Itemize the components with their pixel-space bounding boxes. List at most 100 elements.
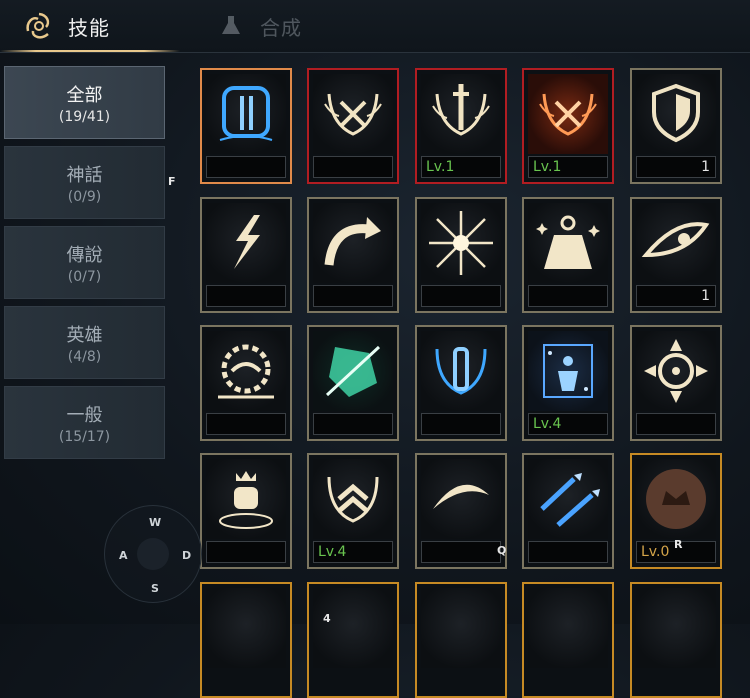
category-legendary[interactable]: 傳說 (0/7) [4, 226, 165, 299]
skill-slot[interactable] [415, 325, 507, 441]
skill-slot[interactable] [200, 453, 292, 569]
crosshair-compass-icon [636, 331, 716, 411]
skill-slot[interactable]: Lv.1 [415, 68, 507, 184]
category-name: 全部 [66, 84, 103, 106]
skill-level-bar [206, 285, 286, 307]
skill-slot[interactable]: 1 [630, 68, 722, 184]
skill-level-bar [636, 413, 716, 435]
skill-slot[interactable] [200, 197, 292, 313]
skill-slot[interactable] [200, 325, 292, 441]
blue-figure-icon [528, 331, 608, 411]
skill-level: Lv.4 [318, 544, 347, 560]
green-slash-icon [313, 331, 393, 411]
skill-slot[interactable] [307, 197, 399, 313]
skill-level-bar [313, 156, 393, 178]
skill-level-bar [313, 285, 393, 307]
skill-slot[interactable]: Lv.4 [307, 453, 399, 569]
thorn-wreath-icon [206, 331, 286, 411]
starburst-icon [421, 203, 501, 283]
skill-level-bar: Lv.1 [528, 156, 608, 178]
key-hint-f: F [168, 175, 176, 188]
skill-level-bar: 1 [636, 156, 716, 178]
skill-slot[interactable] [307, 68, 399, 184]
skill-slot[interactable] [415, 453, 507, 569]
skill-count: 1 [701, 288, 710, 304]
active-tab-underline [0, 50, 180, 52]
virtual-joystick[interactable]: W A D S [104, 505, 202, 603]
blue-pillar-antler-icon [421, 331, 501, 411]
skill-slot[interactable] [200, 68, 292, 184]
skill-level-bar: Lv.1 [421, 156, 501, 178]
joystick-key-right: D [182, 549, 192, 562]
key-hint-r: R [674, 538, 683, 551]
skill-slot[interactable]: Lv.1 [522, 68, 614, 184]
skill-slot[interactable] [307, 325, 399, 441]
eye-icon [636, 203, 716, 283]
skill-level: Lv.1 [426, 159, 455, 175]
category-name: 傳說 [66, 244, 103, 266]
skill-level-bar: Lv.4 [313, 541, 393, 563]
skill-level-bar [528, 541, 608, 563]
crown-coin-icon [636, 459, 716, 539]
category-count: (0/9) [67, 188, 102, 205]
skill-slot[interactable] [630, 325, 722, 441]
skill-level-bar [528, 285, 608, 307]
skill-level: Lv.0 [641, 544, 670, 560]
joystick-key-down: S [151, 582, 159, 595]
skill-level: Lv.4 [533, 416, 562, 432]
joystick-knob[interactable] [137, 538, 169, 570]
tab-skill-label: 技能 [68, 15, 110, 40]
tab-craft-label: 合成 [260, 15, 302, 40]
category-name: 英雄 [66, 324, 103, 346]
skill-slot[interactable] [415, 582, 507, 698]
skill-spiral-icon [22, 9, 56, 43]
skill-level-bar [206, 156, 286, 178]
skill-slot[interactable] [307, 582, 399, 698]
blue-pillar-icon [206, 74, 286, 154]
skill-level-bar [421, 285, 501, 307]
category-common[interactable]: 一般 (15/17) [4, 386, 165, 459]
flask-icon [214, 9, 248, 43]
skill-slot[interactable]: Lv.0 [630, 453, 722, 569]
top-tab-bar: 技能 合成 [0, 0, 750, 53]
skill-slot[interactable] [522, 453, 614, 569]
wing-swoosh-icon [421, 459, 501, 539]
blue-arrows-icon [528, 459, 608, 539]
skill-slot[interactable] [522, 197, 614, 313]
category-hero[interactable]: 英雄 (4/8) [4, 306, 165, 379]
category-count: (4/8) [67, 348, 102, 365]
skill-level: Lv.1 [533, 159, 562, 175]
category-count: (19/41) [58, 108, 111, 125]
category-count: (0/7) [67, 268, 102, 285]
category-mythic[interactable]: 神話 (0/9) [4, 146, 165, 219]
skill-level-bar: Lv.4 [528, 413, 608, 435]
skill-level-bar [421, 541, 501, 563]
skill-slot[interactable] [522, 582, 614, 698]
skill-level-bar [313, 413, 393, 435]
skill-level-bar [206, 413, 286, 435]
skill-slot[interactable]: Lv.4 [522, 325, 614, 441]
lightning-bolt-icon [206, 203, 286, 283]
key-hint-q: Q [497, 544, 507, 557]
shield-icon [636, 74, 716, 154]
crossed-swords-antlers-icon [313, 74, 393, 154]
skill-level-bar: 1 [636, 285, 716, 307]
joystick-key-left: A [119, 549, 128, 562]
red-crossed-swords-icon [528, 74, 608, 154]
tab-craft[interactable]: 合成 [214, 0, 302, 52]
skill-slot[interactable] [200, 582, 292, 698]
crowned-fist-icon [206, 459, 286, 539]
category-name: 神話 [66, 164, 103, 186]
skill-level-bar [421, 413, 501, 435]
key-hint-4: 4 [323, 612, 331, 625]
skill-count: 1 [701, 159, 710, 175]
skill-slot[interactable] [630, 582, 722, 698]
chevron-antlers-icon [313, 459, 393, 539]
sword-antlers-icon [421, 74, 501, 154]
skill-slot[interactable]: 1 [630, 197, 722, 313]
curved-arrow-icon [313, 203, 393, 283]
category-all[interactable]: 全部 (19/41) [4, 66, 165, 139]
category-name: 一般 [66, 404, 103, 426]
tab-skill[interactable]: 技能 [22, 0, 110, 52]
skill-slot[interactable] [415, 197, 507, 313]
